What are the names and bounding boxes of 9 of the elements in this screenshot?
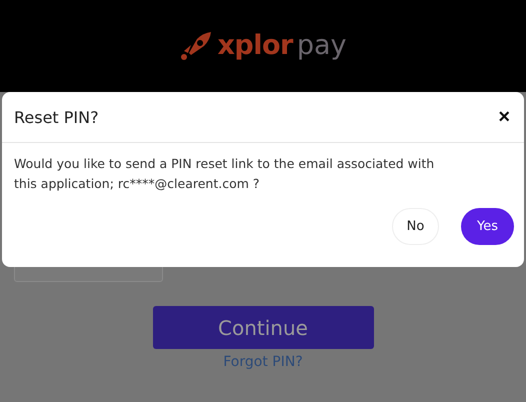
logo-brand: xplor — [217, 30, 293, 61]
confirm-button[interactable]: Yes — [461, 208, 514, 245]
close-button[interactable]: × — [496, 107, 512, 127]
dialog-title: Reset PIN? — [14, 108, 99, 126]
rocket-icon — [179, 30, 214, 60]
continue-button[interactable]: Continue — [152, 306, 374, 349]
dialog-message: Would you like to send a PIN reset link to the email associated with this application; rc****@clearent.com ? — [13, 155, 436, 193]
cancel-button[interactable]: No — [392, 208, 439, 245]
logo-product: pay — [296, 30, 347, 61]
